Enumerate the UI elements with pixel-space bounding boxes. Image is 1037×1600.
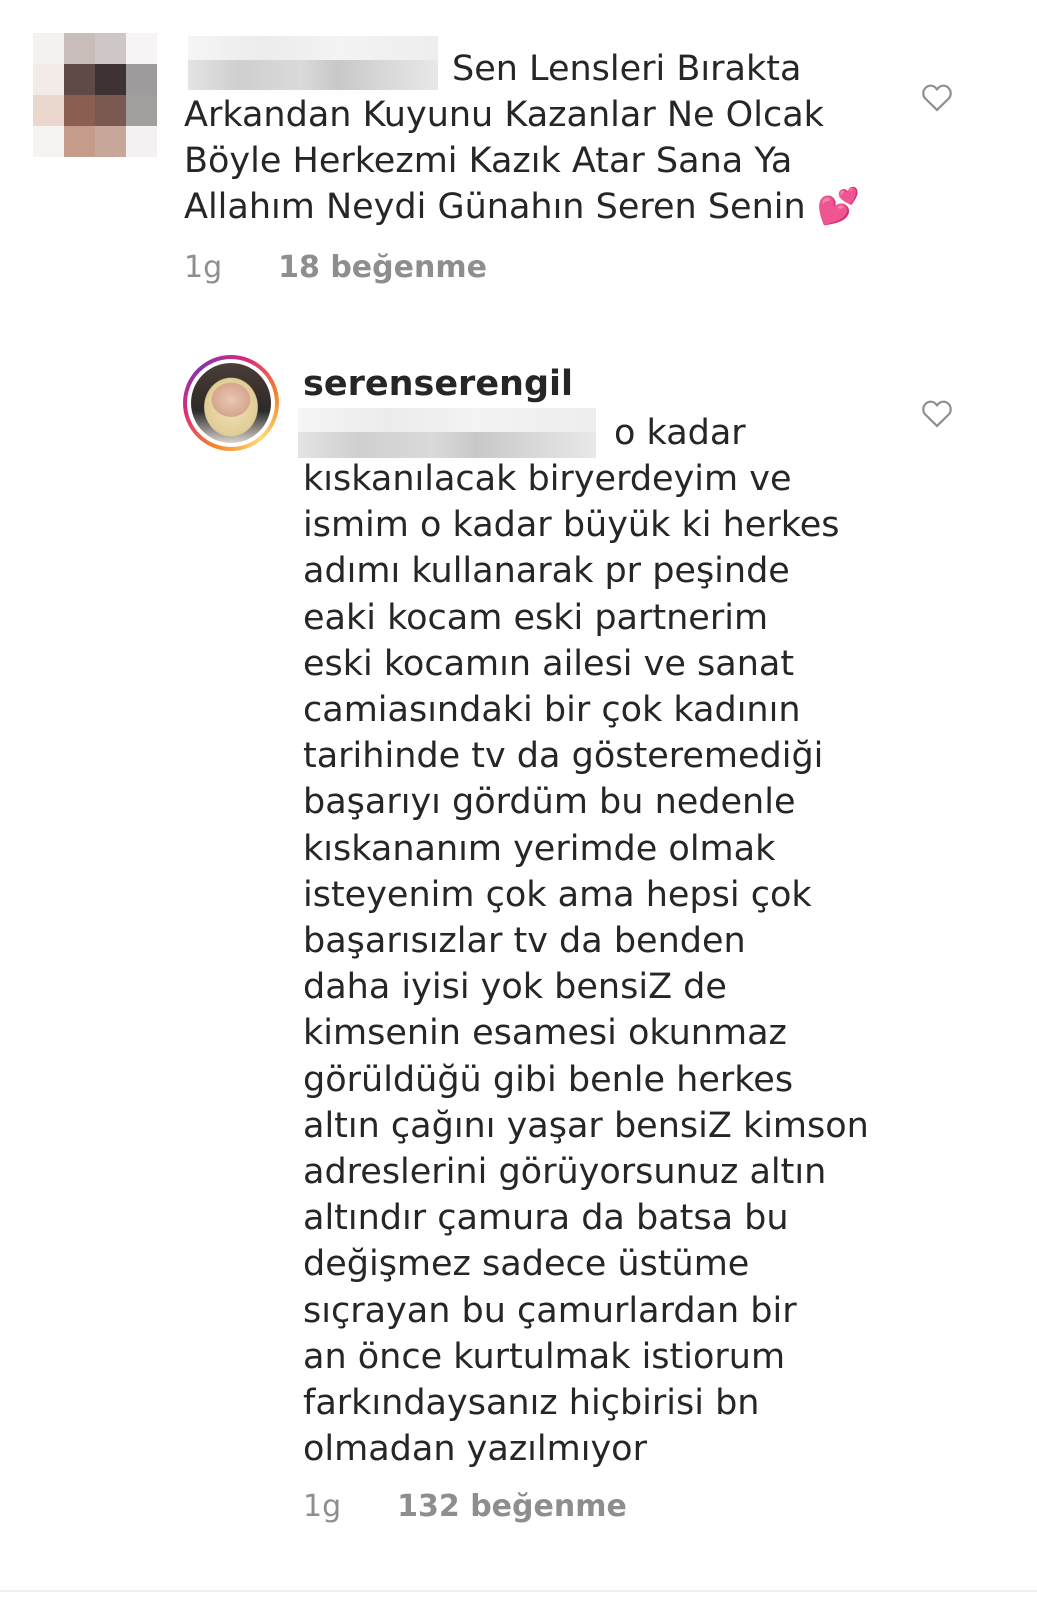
- reply-time: 1g: [303, 1489, 342, 1524]
- story-ring-avatar[interactable]: [183, 355, 279, 451]
- avatar-inner: [187, 359, 275, 447]
- divider: [0, 1590, 1037, 1592]
- comment-text-body: Arkandan Kuyunu Kazanlar Ne Olcak Böyle …: [184, 95, 824, 228]
- comment-text-first-line: Sen Lensleri Bırakta: [452, 49, 802, 89]
- reply-text-first-line: o kadar: [614, 413, 746, 453]
- avatar-photo: [191, 363, 271, 443]
- heart-outline-icon[interactable]: [920, 398, 954, 428]
- comment-username[interactable]: serenserengil: [303, 364, 573, 404]
- redacted-username[interactable]: [188, 36, 438, 90]
- comment-text: Arkandan Kuyunu Kazanlar Ne Olcak Böyle …: [184, 92, 860, 231]
- redacted-mention[interactable]: [298, 408, 596, 458]
- reply-text-body: kıskanılacak biryerdeyim ve ismim o kada…: [303, 459, 869, 1470]
- comment-item: Sen Lensleri Bırakta Arkandan Kuyunu Kaz…: [0, 0, 1037, 300]
- heart-outline-icon[interactable]: [920, 82, 954, 112]
- like-count[interactable]: 18 beğenme: [278, 250, 487, 285]
- reply-like-count[interactable]: 132 beğenme: [397, 1489, 627, 1524]
- two-hearts-emoji: 💕: [816, 187, 861, 228]
- avatar[interactable]: [33, 33, 157, 157]
- reply-meta: 1g 132 beğenme: [303, 1489, 627, 1524]
- comment-meta: 1g 18 beğenme: [184, 250, 487, 285]
- comment-time: 1g: [184, 250, 223, 285]
